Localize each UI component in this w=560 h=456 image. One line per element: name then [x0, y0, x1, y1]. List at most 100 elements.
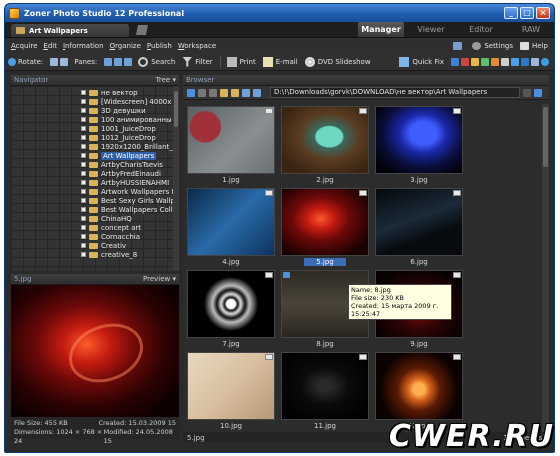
expand-toggle-icon[interactable] [81, 126, 86, 131]
close-button[interactable]: × [536, 7, 550, 19]
maximize-button[interactable]: □ [520, 7, 534, 19]
folder-tree-item[interactable]: Cornacchia [81, 232, 173, 241]
text-icon[interactable] [501, 57, 509, 66]
folder-tree-item[interactable]: ArtbyFredEinaudi [81, 169, 173, 178]
expand-toggle-icon[interactable] [81, 234, 86, 239]
up-icon[interactable] [209, 88, 217, 97]
thumbnail[interactable]: 3.jpg [373, 104, 465, 186]
settings-button[interactable]: Settings [472, 41, 513, 50]
menu-information[interactable]: Information [63, 42, 104, 50]
rotate-right-icon[interactable] [60, 57, 69, 66]
expand-toggle-icon[interactable] [81, 144, 86, 149]
globe-icon[interactable] [541, 57, 549, 66]
filter-button[interactable]: Filter [182, 56, 213, 67]
view-mode-icon[interactable] [253, 88, 261, 97]
preview-mode-dropdown[interactable]: Preview ▾ [143, 275, 176, 283]
help-button[interactable]: Help [520, 41, 548, 50]
tab-editor[interactable]: Editor [458, 22, 504, 37]
rotate-left-icon[interactable] [50, 57, 59, 66]
tab-raw[interactable]: RAW [508, 22, 554, 37]
folder-tree-item[interactable]: concept art [81, 223, 173, 232]
browser-scrollbar[interactable] [542, 104, 549, 432]
email-button[interactable]: E-mail [262, 56, 298, 67]
expand-toggle-icon[interactable] [81, 99, 86, 104]
thumbnail-selected[interactable]: 5.jpg [279, 186, 371, 268]
thumbnail[interactable]: 1.jpg [185, 104, 277, 186]
expand-toggle-icon[interactable] [81, 162, 86, 167]
settings-icon[interactable] [531, 57, 539, 66]
expand-toggle-icon[interactable] [81, 207, 86, 212]
forward-icon[interactable] [198, 88, 206, 97]
thumbnail[interactable]: 4.jpg [185, 186, 277, 268]
document-tab[interactable]: Art Wallpapers [11, 24, 129, 37]
expand-toggle-icon[interactable] [81, 180, 86, 185]
expand-toggle-icon[interactable] [81, 135, 86, 140]
levels-icon[interactable] [481, 57, 489, 66]
folder-tree-item[interactable]: ChinaHQ [81, 214, 173, 223]
tree-scrollbar[interactable] [173, 86, 179, 271]
folder-tree-item[interactable]: 1001_JuiceDrop [81, 124, 173, 133]
sort-icon[interactable] [242, 88, 250, 97]
go-icon[interactable] [534, 88, 542, 97]
thumbnail[interactable]: 10.jpg [185, 350, 277, 432]
menu-organize[interactable]: Organize [110, 42, 141, 50]
tree-scroll-thumb[interactable] [174, 91, 178, 127]
tab-manager[interactable]: Manager [358, 22, 404, 37]
menu-workspace[interactable]: Workspace [178, 42, 216, 50]
pane-info-icon[interactable] [124, 57, 133, 66]
expand-toggle-icon[interactable] [81, 117, 86, 122]
dvd-slideshow-button[interactable]: DVD Slideshow [304, 56, 371, 67]
resize-icon[interactable] [511, 57, 519, 66]
expand-toggle-icon[interactable] [81, 252, 86, 257]
folder-tree-item[interactable]: [Widescreen] 4000x [81, 97, 173, 106]
navigator-mode-dropdown[interactable]: Tree ▾ [156, 76, 176, 84]
path-dropdown-icon[interactable] [523, 88, 531, 97]
folder-tree-item[interactable]: Creativ [81, 241, 173, 250]
pane-navigator-icon[interactable] [104, 57, 113, 66]
back-icon[interactable] [187, 88, 195, 97]
folder-tree-item[interactable]: 1920x1200_Brillant_ [81, 142, 173, 151]
expand-toggle-icon[interactable] [81, 153, 86, 158]
folder-tree-item[interactable]: ArtbyHUSSIENAHMI [81, 178, 173, 187]
layout-icon[interactable] [453, 41, 463, 50]
color-icon[interactable] [491, 57, 499, 66]
tab-viewer[interactable]: Viewer [408, 22, 454, 37]
brush-icon[interactable] [471, 57, 479, 66]
quick-fix-button[interactable]: Quick Fix [399, 56, 444, 67]
folder-tree-item[interactable]: 1012_JuiceDrop [81, 133, 173, 142]
expand-toggle-icon[interactable] [81, 198, 86, 203]
pane-preview-icon[interactable] [114, 57, 123, 66]
minimize-button[interactable]: _ [504, 7, 518, 19]
folder-tree-item[interactable]: 3D девушки [81, 106, 173, 115]
folder-tree-item[interactable]: creative_8 [81, 250, 173, 259]
menu-edit[interactable]: Edit [43, 42, 57, 50]
folder-tree-item[interactable]: Best Wallpapers Colle [81, 205, 173, 214]
menu-acquire[interactable]: Acquire [11, 42, 37, 50]
folder-up-icon[interactable] [220, 88, 228, 97]
folder-tree-item[interactable]: 100 анимированны [81, 115, 173, 124]
expand-toggle-icon[interactable] [81, 243, 86, 248]
folder-tree[interactable]: не вектор [Widescreen] 4000x 3D девушки 100… [11, 86, 179, 271]
thumbnail[interactable]: 2.jpg [279, 104, 371, 186]
expand-toggle-icon[interactable] [81, 216, 86, 221]
thumbnail[interactable]: 7.jpg [185, 268, 277, 350]
crop-icon[interactable] [451, 57, 459, 66]
expand-toggle-icon[interactable] [81, 171, 86, 176]
folder-tree-item[interactable]: Artwork Wallpapers I [81, 187, 173, 196]
menu-publish[interactable]: Publish [147, 42, 172, 50]
expand-toggle-icon[interactable] [81, 189, 86, 194]
expand-toggle-icon[interactable] [81, 90, 86, 95]
print-button[interactable]: Print [226, 56, 256, 67]
save-icon[interactable] [521, 57, 529, 66]
thumbnail[interactable]: 11.jpg [279, 350, 371, 432]
refresh-icon[interactable] [8, 57, 16, 66]
search-button[interactable]: Search [138, 56, 175, 67]
expand-toggle-icon[interactable] [81, 108, 86, 113]
folder-tree-item[interactable]: Art Wallpapers [81, 151, 173, 160]
browser-scroll-thumb[interactable] [543, 107, 548, 167]
folder-tree-item[interactable]: Best Sexy Girls Wallp [81, 196, 173, 205]
new-tab-icon[interactable] [135, 25, 149, 35]
path-field[interactable]: D:\!\Downloads\gorvk\DOWNLOAD\не вектор\… [270, 87, 520, 98]
red-eye-icon[interactable] [461, 57, 469, 66]
expand-toggle-icon[interactable] [81, 225, 86, 230]
